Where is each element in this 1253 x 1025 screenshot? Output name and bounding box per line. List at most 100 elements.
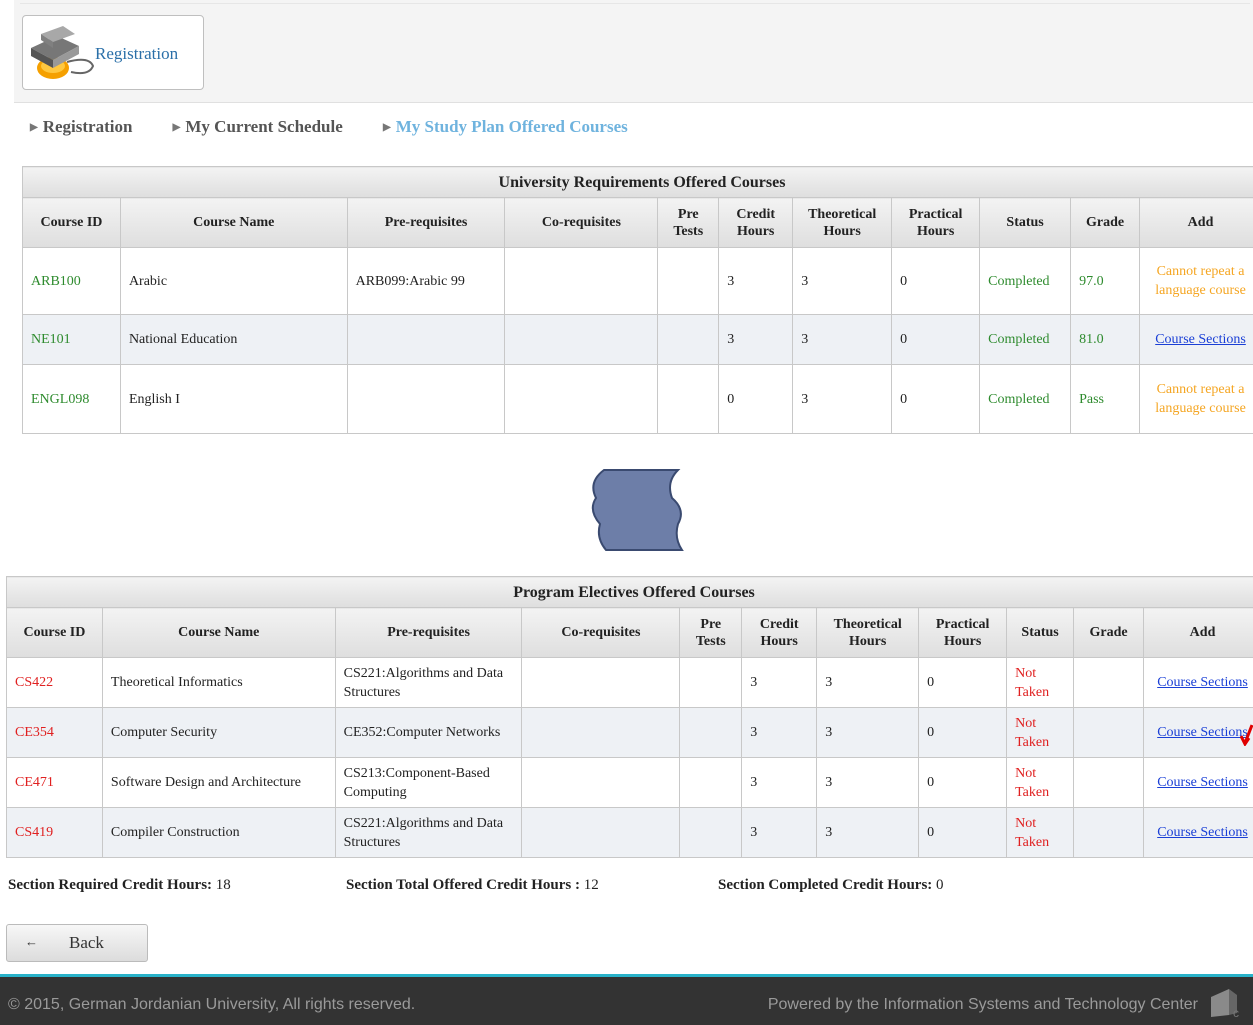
column-header-course-name: Course Name [119, 197, 348, 248]
column-header-prerequisites: Pre-requisites [334, 607, 523, 658]
cell-add: Course Sections [1143, 707, 1253, 758]
gju-logo-icon: c [1211, 989, 1239, 1019]
cell-grade [1073, 807, 1145, 858]
cell-status: Not Taken [1006, 757, 1075, 808]
required-credit-hours: Section Required Credit Hours: 18 [8, 877, 231, 893]
cell-corequisites [521, 707, 681, 758]
cell-practical-hours: 0 [918, 657, 1008, 708]
cell-prerequisites: CE352:Computer Networks [334, 707, 523, 758]
breadcrumb-study-plan[interactable]: ▶ My Study Plan Offered Courses [383, 117, 646, 136]
back-button[interactable]: ← Back [6, 924, 148, 962]
cell-status: Not Taken [1006, 807, 1075, 858]
table-row: CE354 Computer Security CE352:Computer Net… [6, 707, 1253, 758]
course-sections-link[interactable]: Course Sections [1157, 825, 1248, 840]
cell-prerequisites: CS213:Component-Based Computing [334, 757, 523, 808]
footer: © 2015, German Jordanian University, All… [0, 974, 1253, 1025]
program-electives-panel: Program Electives Offered Courses Course… [6, 576, 1253, 866]
cell-course-id: CE471 [6, 757, 103, 808]
cell-credit-hours: 3 [741, 657, 818, 708]
cell-prerequisites [346, 364, 506, 434]
cell-credit-hours: 3 [741, 757, 818, 808]
cell-corequisites [504, 364, 659, 434]
table-row: NE101 National Education 3 3 0 Completed 81.0 C… [22, 314, 1253, 365]
cell-pre-tests [679, 657, 743, 708]
cell-status: Not Taken [1006, 657, 1075, 708]
cell-credit-hours: 3 [718, 314, 794, 365]
cell-corequisites [521, 807, 681, 858]
column-header-theoretical-hours: Theoretical Hours [816, 607, 920, 658]
cell-add: Cannot repeat a language course [1139, 247, 1253, 315]
cell-practical-hours: 0 [918, 757, 1008, 808]
caret-right-icon: ▶ [383, 122, 391, 133]
cell-course-name: Computer Security [101, 707, 336, 758]
cell-practical-hours: 0 [918, 807, 1008, 858]
cell-status: Completed [979, 314, 1072, 365]
course-sections-link[interactable]: Course Sections [1157, 675, 1248, 690]
cell-credit-hours: 3 [741, 807, 818, 858]
column-header-practical-hours: Practical Hours [891, 197, 981, 248]
registration-button[interactable]: Registration [22, 15, 204, 90]
course-sections-link[interactable]: Course Sections [1155, 332, 1246, 347]
table-caption: University Requirements Offered Courses [22, 166, 1253, 198]
cell-course-name: National Education [119, 314, 348, 365]
cell-status: Completed [979, 247, 1072, 315]
cell-pre-tests [679, 707, 743, 758]
caret-right-icon: ▶ [30, 122, 38, 133]
breadcrumb-registration[interactable]: ▶ Registration [30, 117, 150, 136]
cell-course-id: CE354 [6, 707, 103, 758]
column-header-status: Status [1006, 607, 1075, 658]
offered-credit-hours: Section Total Offered Credit Hours : 12 [346, 877, 599, 893]
cell-grade: 97.0 [1070, 247, 1141, 315]
column-header-corequisites: Co-requisites [504, 197, 659, 248]
registration-icon [31, 26, 95, 79]
column-header-grade: Grade [1073, 607, 1145, 658]
cell-status: Completed [979, 364, 1072, 434]
cell-grade [1073, 707, 1145, 758]
cell-theoretical-hours: 3 [816, 707, 920, 758]
completed-credit-hours: Section Completed Credit Hours: 0 [718, 877, 944, 893]
cell-practical-hours: 0 [891, 247, 981, 315]
cell-pre-tests [657, 364, 720, 434]
cell-credit-hours: 0 [718, 364, 794, 434]
cell-credit-hours: 3 [718, 247, 794, 315]
course-sections-link[interactable]: Course Sections [1157, 775, 1248, 790]
cell-add: Course Sections [1139, 314, 1253, 365]
cell-add: Course Sections [1143, 757, 1253, 808]
cell-pre-tests [657, 247, 720, 315]
course-sections-link[interactable]: Course Sections [1157, 725, 1248, 740]
column-header-corequisites: Co-requisites [521, 607, 681, 658]
table-row: CS422 Theoretical Informatics CS221:Algori… [6, 657, 1253, 708]
scroll-symbol-icon [591, 469, 684, 551]
table-row: CE471 Software Design and Architecture CS2… [6, 757, 1253, 808]
table-row: ENGL098 English I 0 3 0 Completed Pass Cannot r… [22, 364, 1253, 434]
cell-corequisites [521, 657, 681, 708]
copyright-text: © 2015, German Jordanian University, All… [8, 996, 416, 1013]
table-body: ARB100 Arabic ARB099:Arabic 99 3 3 0 Completed… [22, 247, 1253, 434]
table-header-row: Course ID Course Name Pre-requisites Co-req… [22, 197, 1253, 248]
cell-grade [1073, 757, 1145, 808]
cell-credit-hours: 3 [741, 707, 818, 758]
cell-grade [1073, 657, 1145, 708]
cell-theoretical-hours: 3 [816, 807, 920, 858]
back-arrow-icon: ← [25, 934, 38, 949]
breadcrumb: ▶ Registration ▶ My Current Schedule ▶ My S… [30, 117, 664, 137]
cell-theoretical-hours: 3 [792, 247, 893, 315]
powered-by-text: Powered by the Information Systems and T… [767, 996, 1198, 1013]
cell-course-name: English I [119, 364, 348, 434]
cell-status: Not Taken [1006, 707, 1075, 758]
column-header-add: Add [1139, 197, 1253, 248]
cell-pre-tests [657, 314, 720, 365]
cell-pre-tests [679, 757, 743, 808]
breadcrumb-current-schedule[interactable]: ▶ My Current Schedule [173, 117, 361, 136]
registration-label: Registration [95, 44, 179, 63]
cell-course-name: Arabic [119, 247, 348, 315]
table-caption: Program Electives Offered Courses [6, 576, 1253, 608]
cell-practical-hours: 0 [891, 364, 981, 434]
cell-course-name: Software Design and Architecture [101, 757, 336, 808]
column-header-course-name: Course Name [101, 607, 336, 658]
university-requirements-panel: University Requirements Offered Courses … [22, 166, 1253, 440]
column-header-pre-tests: Pre Tests [679, 607, 743, 658]
top-divider [20, 3, 1250, 4]
cell-course-name: Theoretical Informatics [101, 657, 336, 708]
column-header-theoretical-hours: Theoretical Hours [792, 197, 893, 248]
